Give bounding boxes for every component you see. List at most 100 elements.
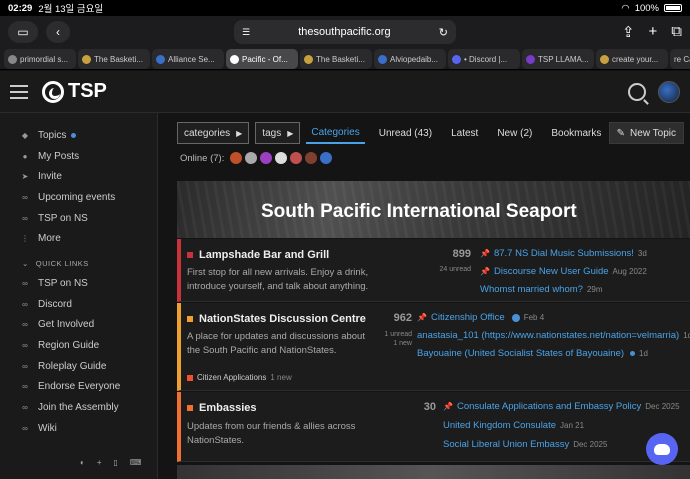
- avatar[interactable]: [305, 152, 318, 164]
- theme-toggle-icon[interactable]: ◐: [80, 458, 85, 467]
- new-tab-icon[interactable]: +: [649, 23, 658, 41]
- browser-tab[interactable]: create your...: [596, 49, 668, 69]
- category-name[interactable]: Embassies: [187, 402, 256, 414]
- category-row[interactable]: NationStates Discussion Centre A place f…: [177, 303, 690, 391]
- tab-label: TSP LLAMA...: [538, 54, 589, 64]
- tab-favicon-icon: [452, 54, 461, 64]
- browser-tab[interactable]: The Basketi...: [78, 49, 150, 69]
- tab-overview-icon[interactable]: ⧉: [671, 23, 682, 41]
- discord-chat-button[interactable]: [646, 433, 678, 465]
- avatar[interactable]: [230, 152, 243, 164]
- sidebar-item-topics[interactable]: ◆ Topics: [0, 125, 157, 146]
- quick-link[interactable]: ∞ TSP on NS: [0, 273, 157, 294]
- sidebar-item-more[interactable]: ⋮ More: [0, 228, 157, 249]
- banner-title: South Pacific International Seaport: [261, 201, 577, 222]
- quick-link[interactable]: ∞ Wiki: [0, 418, 157, 439]
- avatar[interactable]: [290, 152, 303, 164]
- share-icon[interactable]: ⇪: [622, 23, 635, 41]
- new-topic-button[interactable]: ✎ New Topic: [608, 122, 684, 144]
- nav-categories[interactable]: Categories: [306, 122, 365, 144]
- hamburger-menu-icon[interactable]: [10, 84, 28, 99]
- site-logo[interactable]: TSP: [42, 80, 107, 103]
- sidebar-item-upcoming-events[interactable]: ∞ Upcoming events: [0, 187, 157, 208]
- tab-label: The Basketi...: [316, 54, 365, 64]
- avatar[interactable]: [275, 152, 288, 164]
- nav-unread[interactable]: Unread (43): [374, 122, 437, 144]
- keyboard-icon[interactable]: ⌨: [130, 458, 142, 467]
- subcategory[interactable]: Citizen Applications 1 new: [187, 373, 292, 382]
- browser-tab[interactable]: Alliance Se...: [152, 49, 224, 69]
- category-title: Embassies: [199, 402, 257, 414]
- link-icon: ∞: [22, 299, 28, 309]
- topic-title: Bayouaine (United Socialist States of Ba…: [417, 348, 625, 359]
- topic-link[interactable]: United Kingdom Consulate Jan 21: [443, 420, 584, 431]
- topic-link[interactable]: Social Liberal Union Embassy Dec 2025: [443, 439, 607, 450]
- quick-link[interactable]: ∞ Roleplay Guide: [0, 356, 157, 377]
- status-time: 02:29: [8, 2, 33, 14]
- topic-link[interactable]: 📌 Discourse New User Guide Aug 2022: [480, 266, 647, 277]
- nav-bookmarks[interactable]: Bookmarks: [546, 122, 606, 144]
- reload-icon[interactable]: ↻: [439, 26, 448, 39]
- topic-link[interactable]: 📌 87.7 NS Dial Music Submissions! 3d: [480, 248, 647, 259]
- user-icon: ●: [22, 151, 28, 161]
- caret-right-icon: ▶: [236, 128, 243, 138]
- nav-latest[interactable]: Latest: [446, 122, 483, 144]
- link-icon: ∞: [22, 423, 28, 433]
- sidebar-section-quick-links[interactable]: ⌄ QUICK LINKS: [0, 253, 157, 273]
- link-icon: ∞: [22, 278, 28, 288]
- avatar[interactable]: [260, 152, 273, 164]
- topic-age: Aug 2022: [612, 267, 647, 276]
- topic-link[interactable]: 📌 Citizenship Office Feb 4: [417, 312, 544, 323]
- reader-icon[interactable]: ☰: [242, 27, 250, 38]
- avatar[interactable]: [658, 80, 680, 103]
- sidebar-item-my-posts[interactable]: ● My Posts: [0, 146, 157, 167]
- tab-close-icon[interactable]: [230, 54, 239, 64]
- browser-tab[interactable]: primordial s...: [4, 49, 76, 69]
- nav-new[interactable]: New (2): [492, 122, 537, 144]
- tab-label: re Cal...: [674, 54, 690, 64]
- quick-link[interactable]: ∞ Region Guide: [0, 335, 157, 356]
- topic-link[interactable]: Bayouaine (United Socialist States of Ba…: [417, 348, 648, 359]
- topic-link[interactable]: 📌 Consulate Applications and Embassy Poli…: [443, 401, 680, 412]
- topic-count: 899: [452, 248, 471, 260]
- sidebar-item-invite[interactable]: ➤ Invite: [0, 166, 157, 187]
- sidebar-toggle-icon[interactable]: ▭: [8, 21, 38, 43]
- browser-tab-active[interactable]: Pacific - Of...: [226, 49, 298, 69]
- add-icon[interactable]: +: [97, 458, 102, 467]
- tab-favicon-icon: [156, 54, 165, 64]
- tab-favicon-icon: [304, 54, 313, 64]
- search-icon[interactable]: [628, 82, 646, 101]
- quick-link[interactable]: ∞ Endorse Everyone: [0, 377, 157, 398]
- category-name[interactable]: NationStates Discussion Centre: [187, 313, 366, 325]
- mobile-icon[interactable]: ▯: [114, 458, 118, 467]
- subcategory-color-icon: [187, 374, 193, 381]
- quick-link[interactable]: ∞ Join the Assembly: [0, 397, 157, 418]
- topic-title: Citizenship Office: [430, 312, 505, 323]
- address-url: thesouthpacific.org: [298, 26, 391, 38]
- sidebar-item-label: More: [38, 233, 61, 245]
- category-row[interactable]: Embassies Updates from our friends & all…: [177, 392, 690, 462]
- quick-link[interactable]: ∞ Discord: [0, 294, 157, 315]
- category-name[interactable]: Lampshade Bar and Grill: [187, 249, 329, 261]
- quick-link-label: Join the Assembly: [38, 402, 119, 414]
- subcategory-count: 1 new: [270, 373, 292, 382]
- quick-link[interactable]: ∞ Get Involved: [0, 315, 157, 336]
- address-bar[interactable]: ☰ thesouthpacific.org ↻: [234, 20, 456, 44]
- category-row[interactable]: Lampshade Bar and Grill First stop for a…: [177, 239, 690, 302]
- categories-dropdown[interactable]: categories ▶: [177, 122, 250, 144]
- browser-tab[interactable]: • Discord |...: [448, 49, 520, 69]
- topic-link[interactable]: anastasia_101 (https://www.nationstates.…: [417, 330, 690, 341]
- tsp-logo-icon: [42, 80, 64, 103]
- topic-link[interactable]: Whomst married whom? 29m: [480, 284, 603, 295]
- back-button[interactable]: ‹: [46, 21, 70, 43]
- avatar[interactable]: [245, 152, 258, 164]
- browser-tab[interactable]: The Basketi...: [300, 49, 372, 69]
- tags-dropdown[interactable]: tags ▶: [255, 122, 301, 144]
- browser-tab[interactable]: Alviopedaib...: [374, 49, 446, 69]
- quick-link-label: Roleplay Guide: [38, 360, 107, 372]
- browser-tab[interactable]: re Cal...: [670, 49, 690, 69]
- sidebar-item-tsp-on-ns[interactable]: ∞ TSP on NS: [0, 208, 157, 229]
- browser-tab[interactable]: TSP LLAMA...: [522, 49, 594, 69]
- avatar[interactable]: [320, 152, 333, 164]
- tab-label: create your...: [612, 54, 659, 64]
